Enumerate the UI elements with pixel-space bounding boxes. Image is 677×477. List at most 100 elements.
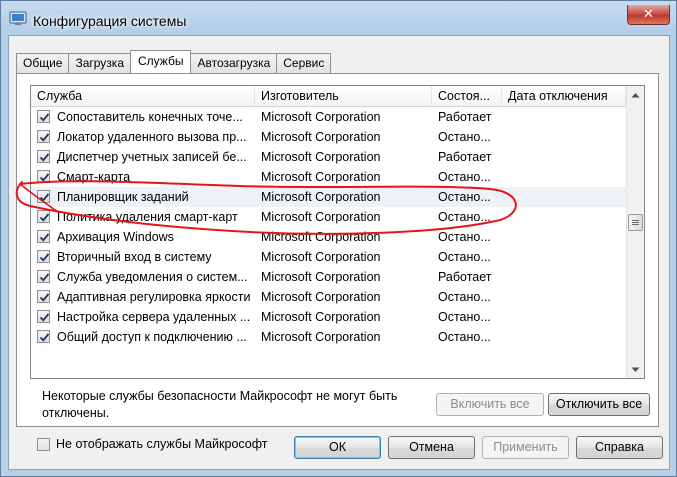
table-row[interactable]: Смарт-карта Microsoft Corporation Остано… (31, 167, 626, 187)
tab-strip: Общие Загрузка Службы Автозагрузка Серви… (16, 50, 332, 73)
service-name: Адаптивная регулировка яркости (57, 290, 251, 304)
checkmark-icon (39, 153, 50, 162)
scroll-up-button[interactable] (627, 86, 644, 103)
services-list[interactable]: Служба Изготовитель Состоя... Дата отклю… (30, 85, 645, 379)
table-row-highlighted[interactable]: Планировщик заданий Microsoft Corporatio… (31, 187, 626, 207)
service-checkbox[interactable] (37, 190, 50, 203)
column-header-service[interactable]: Служба (31, 86, 255, 107)
service-status: Остано... (438, 330, 491, 344)
checkmark-icon (39, 333, 50, 342)
table-row[interactable]: Политика удаления смарт-карт Microsoft C… (31, 207, 626, 227)
service-name: Сопоставитель конечных точе... (57, 110, 243, 124)
services-tab-panel: Служба Изготовитель Состоя... Дата отклю… (16, 73, 659, 451)
service-vendor: Microsoft Corporation (261, 310, 381, 324)
service-checkbox[interactable] (37, 270, 50, 283)
service-name: Диспетчер учетных записей бе... (57, 150, 247, 164)
vertical-scrollbar[interactable] (626, 86, 644, 378)
service-vendor: Microsoft Corporation (261, 290, 381, 304)
table-row[interactable]: Сопоставитель конечных точе... Microsoft… (31, 107, 626, 127)
service-name: Смарт-карта (57, 170, 131, 184)
service-vendor: Microsoft Corporation (261, 190, 381, 204)
table-row[interactable]: Общий доступ к подключению ... Microsoft… (31, 327, 626, 347)
help-button[interactable]: Справка (576, 436, 663, 459)
service-checkbox[interactable] (37, 310, 50, 323)
service-name: Архивация Windows (57, 230, 174, 244)
table-row[interactable]: Служба уведомления о систем... Microsoft… (31, 267, 626, 287)
table-row[interactable]: Диспетчер учетных записей бе... Microsof… (31, 147, 626, 167)
tab-boot[interactable]: Загрузка (68, 53, 131, 73)
service-vendor: Microsoft Corporation (261, 230, 381, 244)
service-checkbox[interactable] (37, 130, 50, 143)
system-configuration-window: Конфигурация системы ✕ Общие Загрузка Сл… (0, 0, 677, 477)
list-rows: Сопоставитель конечных точе... Microsoft… (31, 107, 626, 347)
service-name: Настройка сервера удаленных ... (57, 310, 251, 324)
cancel-button[interactable]: Отмена (388, 436, 475, 459)
service-checkbox[interactable] (37, 330, 50, 343)
service-name: Локатор удаленного вызова пр... (57, 130, 247, 144)
ok-button[interactable]: ОК (294, 436, 381, 459)
close-button[interactable]: ✕ (627, 5, 670, 25)
service-name: Общий доступ к подключению ... (57, 330, 247, 344)
service-vendor: Microsoft Corporation (261, 330, 381, 344)
service-checkbox[interactable] (37, 150, 50, 163)
close-icon: ✕ (643, 7, 654, 22)
service-name: Политика удаления смарт-карт (57, 210, 238, 224)
column-header-vendor[interactable]: Изготовитель (255, 86, 432, 107)
service-checkbox[interactable] (37, 230, 50, 243)
security-services-note: Некоторые службы безопасности Майкрософт… (42, 389, 398, 420)
apply-button[interactable]: Применить (482, 436, 569, 459)
service-status: Остано... (438, 250, 491, 264)
service-name: Планировщик заданий (57, 190, 189, 204)
service-vendor: Microsoft Corporation (261, 210, 381, 224)
hide-microsoft-services-label: Не отображать службы Майкрософт (56, 437, 268, 451)
table-row[interactable]: Локатор удаленного вызова пр... Microsof… (31, 127, 626, 147)
service-status: Остано... (438, 130, 491, 144)
tab-general[interactable]: Общие (16, 53, 70, 73)
dialog-client-area: Общие Загрузка Службы Автозагрузка Серви… (8, 35, 670, 470)
checkmark-icon (39, 193, 50, 202)
table-row[interactable]: Вторичный вход в систему Microsoft Corpo… (31, 247, 626, 267)
checkmark-icon (39, 173, 50, 182)
table-row[interactable]: Настройка сервера удаленных ... Microsof… (31, 307, 626, 327)
scroll-down-button[interactable] (627, 361, 644, 378)
service-status: Остано... (438, 310, 491, 324)
service-vendor: Microsoft Corporation (261, 170, 381, 184)
service-checkbox[interactable] (37, 210, 50, 223)
service-vendor: Microsoft Corporation (261, 250, 381, 264)
service-status: Работает (438, 270, 492, 284)
column-header-status[interactable]: Состоя... (432, 86, 502, 107)
service-status: Остано... (438, 290, 491, 304)
service-checkbox[interactable] (37, 110, 50, 123)
scroll-thumb[interactable] (628, 214, 643, 231)
disable-all-button[interactable]: Отключить все (548, 393, 650, 416)
checkmark-icon (39, 313, 50, 322)
service-checkbox[interactable] (37, 250, 50, 263)
table-row[interactable]: Адаптивная регулировка яркости Microsoft… (31, 287, 626, 307)
window-title: Конфигурация системы (33, 13, 187, 29)
enable-all-button[interactable]: Включить все (436, 393, 544, 416)
table-row[interactable]: Архивация Windows Microsoft Corporation … (31, 227, 626, 247)
tab-tools[interactable]: Сервис (276, 53, 332, 73)
service-vendor: Microsoft Corporation (261, 130, 381, 144)
arrow-down-icon (631, 367, 640, 372)
checkmark-icon (39, 233, 50, 242)
checkmark-icon (39, 113, 50, 122)
list-header: Служба Изготовитель Состоя... Дата отклю… (31, 86, 626, 107)
service-status: Остано... (438, 190, 491, 204)
service-vendor: Microsoft Corporation (261, 110, 381, 124)
tab-services[interactable]: Службы (130, 50, 192, 73)
service-checkbox[interactable] (37, 170, 50, 183)
service-name: Служба уведомления о систем... (57, 270, 248, 284)
service-vendor: Microsoft Corporation (261, 270, 381, 284)
hide-microsoft-services-checkbox[interactable] (37, 437, 50, 451)
service-checkbox[interactable] (37, 290, 50, 303)
checkmark-icon (39, 133, 50, 142)
tab-startup[interactable]: Автозагрузка (190, 53, 278, 73)
column-header-disable-date[interactable]: Дата отключения (502, 86, 626, 107)
title-bar[interactable]: Конфигурация системы ✕ (1, 5, 676, 35)
arrow-up-icon (631, 92, 640, 97)
service-name: Вторичный вход в систему (57, 250, 212, 264)
service-status: Работает (438, 110, 492, 124)
hide-microsoft-services-option[interactable]: Не отображать службы Майкрософт (37, 436, 267, 452)
msconfig-app-icon (9, 11, 27, 25)
